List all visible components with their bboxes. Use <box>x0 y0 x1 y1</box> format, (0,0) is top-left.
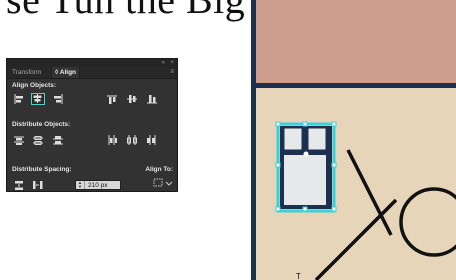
distribute-right-button[interactable] <box>145 134 159 146</box>
spacing-value[interactable]: 210 px <box>85 182 108 189</box>
selected-object[interactable] <box>276 122 336 213</box>
align-to-dropdown[interactable] <box>153 178 173 190</box>
spacing-stepper[interactable]: ▲ ▼ 210 px <box>75 180 121 190</box>
collapse-panel-icon[interactable]: « <box>162 59 165 67</box>
align-horizontal-center-icon <box>33 94 42 103</box>
distribute-horizontal-center-button[interactable] <box>125 134 139 146</box>
align-objects-label: Align Objects: <box>12 82 57 89</box>
align-vertical-center-icon <box>127 95 137 103</box>
stepper-down-icon[interactable]: ▼ <box>78 185 82 189</box>
spacing-stepper-arrows[interactable]: ▲ ▼ <box>76 181 85 189</box>
align-top-edge-icon <box>107 95 117 104</box>
distribute-top-icon <box>14 136 24 145</box>
artboard-artwork: T <box>275 121 456 280</box>
align-right-edge-button[interactable] <box>51 93 65 105</box>
distribute-bottom-icon <box>53 136 63 145</box>
tab-transform[interactable]: Transform <box>9 67 44 78</box>
align-vertical-center-button[interactable] <box>125 93 139 105</box>
distribute-vertical-center-icon <box>33 136 43 145</box>
align-right-edge-icon <box>54 94 63 104</box>
center-point <box>303 151 309 157</box>
align-panel: « × Transform ◊ Align ≡ Align Objects: D… <box>6 58 178 192</box>
letter-o-shape <box>399 187 456 257</box>
distribute-left-icon <box>108 135 117 145</box>
align-to-selection-icon <box>153 178 173 187</box>
panel-menu-icon[interactable]: ≡ <box>170 67 174 78</box>
distribute-vertical-center-button[interactable] <box>31 134 45 146</box>
distribute-bottom-button[interactable] <box>51 134 65 146</box>
distribute-top-button[interactable] <box>12 134 26 146</box>
align-bottom-edge-icon <box>147 95 157 104</box>
panel-title-bar[interactable]: « × <box>7 59 177 67</box>
align-bottom-edge-button[interactable] <box>145 93 159 105</box>
distribute-right-icon <box>147 135 156 145</box>
distribute-left-button[interactable] <box>105 134 119 146</box>
align-top-edge-button[interactable] <box>105 93 119 105</box>
close-panel-icon[interactable]: × <box>170 59 174 67</box>
align-left-edge-icon <box>14 94 23 104</box>
horizontal-distribute-space-icon <box>33 181 43 189</box>
distribute-spacing-label: Distribute Spacing: <box>12 166 72 173</box>
panel-tabs: Transform ◊ Align ≡ <box>7 67 177 79</box>
distribute-objects-label: Distribute Objects: <box>12 121 71 128</box>
align-left-edge-button[interactable] <box>12 93 26 105</box>
vertical-distribute-space-button[interactable] <box>12 179 26 191</box>
letter-t-small: T <box>296 272 301 280</box>
distribute-horizontal-center-icon <box>127 135 137 145</box>
tab-align[interactable]: ◊ Align <box>51 67 81 78</box>
align-horizontal-center-button[interactable] <box>31 93 45 105</box>
horizontal-distribute-space-button[interactable] <box>31 179 45 191</box>
align-to-label: Align To: <box>145 166 173 173</box>
artboard: T <box>251 0 456 280</box>
vertical-distribute-space-icon <box>15 181 23 190</box>
